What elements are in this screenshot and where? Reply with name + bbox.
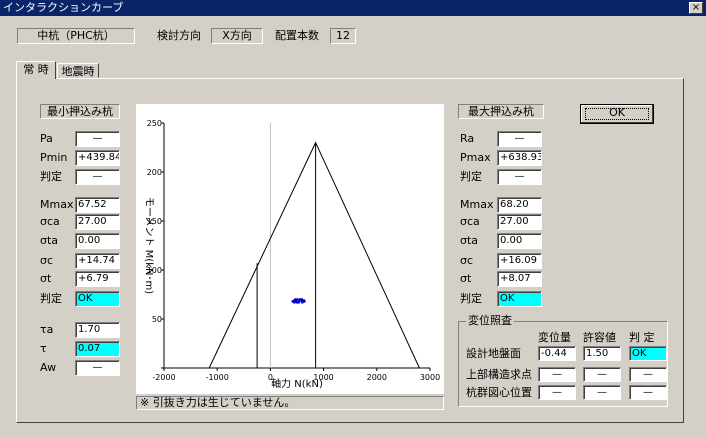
close-button[interactable]: × bbox=[689, 2, 703, 14]
min-label-4: σca bbox=[40, 215, 60, 228]
tab-seismic[interactable]: 地震時 bbox=[57, 63, 99, 78]
x-tick-label-0: -2000 bbox=[152, 373, 175, 382]
min-label-0: Pa bbox=[40, 132, 53, 145]
close-icon: × bbox=[691, 2, 701, 13]
max-label-7: σt bbox=[460, 272, 472, 285]
min-label-2: 判定 bbox=[40, 170, 62, 183]
max-value-6: +16.09 bbox=[497, 253, 542, 269]
count-label: 配置本数 bbox=[275, 29, 319, 42]
max-label-2: 判定 bbox=[460, 170, 482, 183]
min-label-3: Mmax bbox=[40, 198, 74, 211]
min-value-4: 27.00 bbox=[75, 214, 120, 230]
ok-button-focus bbox=[585, 108, 649, 120]
max-value-3: 68.20 bbox=[497, 197, 542, 213]
max-label-4: σca bbox=[460, 215, 480, 228]
min-label-6: σc bbox=[40, 254, 54, 267]
direction-value: X方向 bbox=[211, 28, 263, 44]
min-value-5: 0.00 bbox=[75, 233, 120, 249]
max-label-5: σta bbox=[460, 234, 479, 247]
tab-normal-label: 常 時 bbox=[23, 63, 49, 76]
interaction-chart: -2000 -1000 0 1000 2000 300050100150200250軸力 … bbox=[143, 119, 440, 390]
scatter-point-14 bbox=[300, 298, 304, 301]
disp-row-label-1: 上部構造求点 bbox=[466, 368, 532, 381]
max-label-1: Pmax bbox=[460, 151, 491, 164]
min-label-8: 判定 bbox=[40, 292, 62, 305]
displacement-title: 変位照査 bbox=[466, 314, 514, 327]
disp-row-2-value-1: — bbox=[583, 385, 621, 400]
max-label-8: 判定 bbox=[460, 292, 482, 305]
min-value-3: 67.52 bbox=[75, 197, 120, 213]
disp-col-amount: 変位量 bbox=[538, 331, 571, 344]
direction-label: 検討方向 bbox=[157, 29, 201, 42]
min-section-title: 最小押込み杭 bbox=[40, 104, 120, 119]
disp-row-2-value-2: — bbox=[629, 385, 667, 400]
y-tick-label-4: 200 bbox=[147, 168, 162, 177]
disp-row-0-value-1: 1.50 bbox=[583, 346, 621, 361]
min-value-0: — bbox=[75, 131, 120, 147]
disp-row-1-value-1: — bbox=[583, 367, 621, 382]
ok-button[interactable]: OK bbox=[580, 104, 654, 124]
min-value-8: OK bbox=[75, 291, 120, 307]
min-value-10: 0.07 bbox=[75, 341, 120, 357]
y-axis-label: モーメント M(kN･m) bbox=[143, 197, 154, 294]
pile-type-display: 中杭（PHC杭） bbox=[17, 28, 135, 44]
max-value-7: +8.07 bbox=[497, 271, 542, 287]
max-value-0: — bbox=[497, 131, 542, 147]
max-label-0: Ra bbox=[460, 132, 475, 145]
series-line-0 bbox=[208, 141, 420, 369]
disp-col-judge: 判 定 bbox=[629, 331, 655, 344]
chart-area: -2000 -1000 0 1000 2000 3000 50 100 150 200 250 軸力 … bbox=[136, 104, 444, 394]
min-label-5: σta bbox=[40, 234, 59, 247]
max-value-2: — bbox=[497, 169, 542, 185]
disp-col-allowable: 許容値 bbox=[583, 331, 616, 344]
min-value-1: +439.84 bbox=[75, 150, 120, 166]
y-tick-label-5: 250 bbox=[147, 119, 162, 128]
min-value-7: +6.79 bbox=[75, 271, 120, 287]
disp-row-0-value-0: -0.44 bbox=[538, 346, 576, 361]
max-value-1: +638.93 bbox=[497, 150, 542, 166]
note-text: ※ 引抜き力は生じていません。 bbox=[136, 396, 444, 410]
min-value-11: — bbox=[75, 360, 120, 376]
y-tick-label-1: 50 bbox=[152, 315, 162, 324]
scatter-point-13 bbox=[297, 301, 300, 304]
disp-row-1-value-2: — bbox=[629, 367, 667, 382]
x-tick-label-4: 2000 bbox=[367, 373, 387, 382]
window-title: インタラクションカーブ bbox=[3, 1, 124, 14]
max-label-6: σc bbox=[460, 254, 474, 267]
scatter-point-12 bbox=[294, 298, 297, 301]
max-value-8: OK bbox=[497, 291, 542, 307]
min-label-7: σt bbox=[40, 272, 52, 285]
disp-row-0-value-2: OK bbox=[629, 346, 667, 361]
disp-row-label-2: 杭群図心位置 bbox=[466, 386, 532, 399]
scatter-point-15 bbox=[303, 300, 306, 303]
disp-row-2-value-0: — bbox=[538, 385, 576, 400]
min-label-9: τa bbox=[40, 323, 54, 336]
scatter-point-8 bbox=[293, 301, 296, 304]
window-title-bar: インタラクションカーブ bbox=[0, 0, 706, 16]
min-label-11: Aw bbox=[40, 361, 57, 374]
x-tick-label-1: -1000 bbox=[206, 373, 229, 382]
disp-row-1-value-0: — bbox=[538, 367, 576, 382]
max-label-3: Mmax bbox=[460, 198, 494, 211]
min-value-2: — bbox=[75, 169, 120, 185]
max-value-5: 0.00 bbox=[497, 233, 542, 249]
min-label-10: τ bbox=[40, 342, 47, 355]
min-value-9: 1.70 bbox=[75, 322, 120, 338]
max-section-title: 最大押込み杭 bbox=[458, 104, 544, 119]
max-value-4: 27.00 bbox=[497, 214, 542, 230]
min-value-6: +14.74 bbox=[75, 253, 120, 269]
tab-seismic-label: 地震時 bbox=[61, 65, 95, 78]
count-value: 12 bbox=[330, 28, 356, 44]
tab-normal[interactable]: 常 時 bbox=[16, 61, 56, 79]
disp-row-label-0: 設計地盤面 bbox=[466, 347, 521, 360]
min-label-1: Pmin bbox=[40, 151, 68, 164]
x-tick-label-5: 3000 bbox=[420, 373, 440, 382]
x-axis-label: 軸力 N(kN) bbox=[271, 377, 323, 390]
